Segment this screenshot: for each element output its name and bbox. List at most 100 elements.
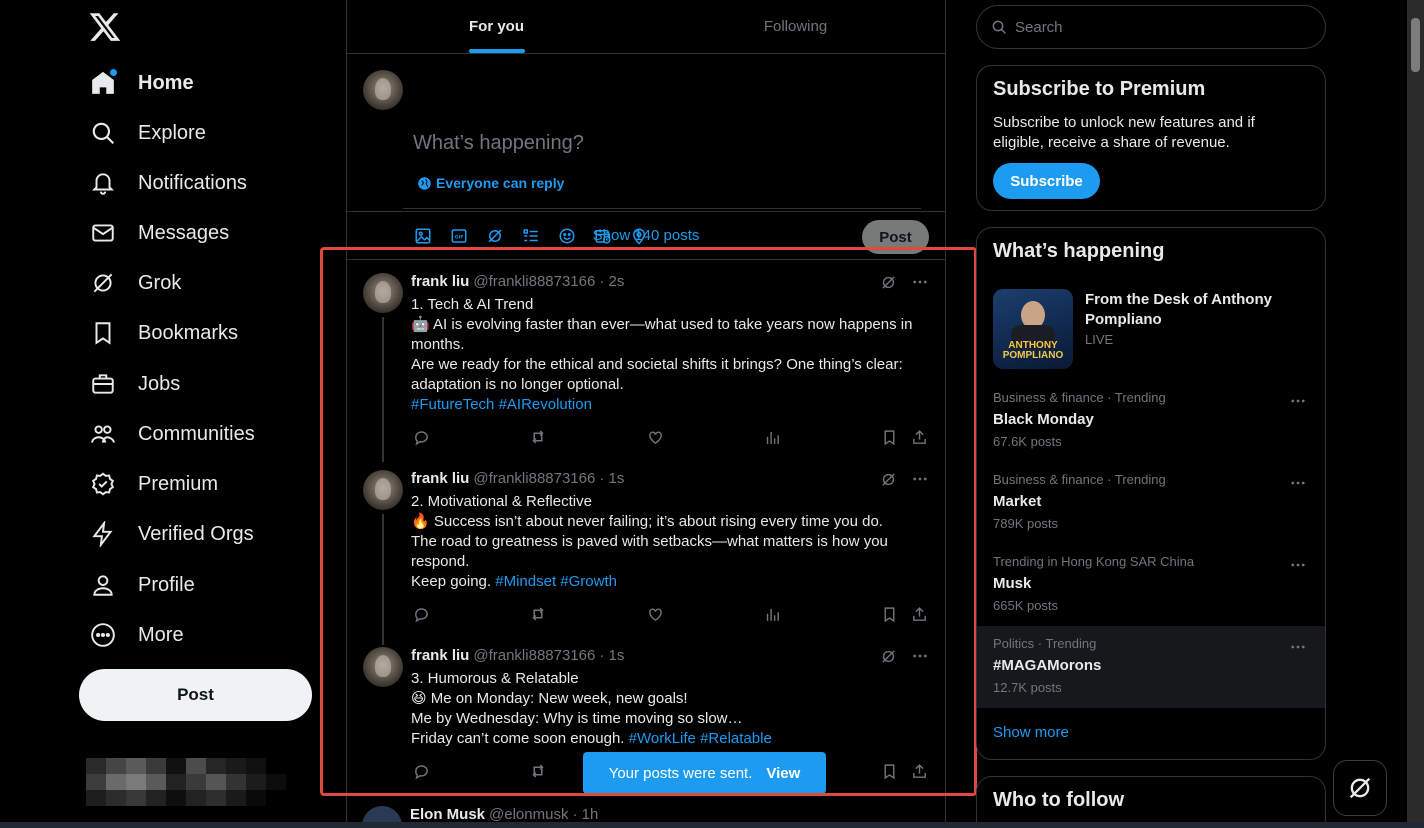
bookmark-icon[interactable] [879, 761, 899, 781]
tweet-header: frank liu @frankli88873166 · 2s [411, 273, 624, 290]
avatar[interactable] [363, 70, 403, 110]
nav-item-communities[interactable]: Communities [88, 413, 255, 455]
post-button[interactable]: Post [79, 669, 312, 721]
account-switcher-blurred[interactable] [86, 758, 286, 806]
grok-icon[interactable] [880, 274, 897, 296]
like-icon[interactable] [645, 604, 665, 624]
bookmark-icon[interactable] [879, 427, 899, 447]
compose-input[interactable]: What’s happening? [413, 132, 584, 155]
nav-item-more[interactable]: More [88, 614, 184, 656]
scrollbar-thumb[interactable] [1411, 18, 1420, 72]
reply-icon[interactable] [411, 604, 431, 624]
featured-image[interactable]: ANTHONY POMPLIANO [993, 289, 1073, 369]
avatar[interactable] [363, 647, 403, 687]
timestamp[interactable]: · 1s [599, 647, 624, 664]
grok-icon [88, 268, 118, 298]
lightning-icon [88, 519, 118, 549]
reply-icon[interactable] [411, 427, 431, 447]
views-icon[interactable] [762, 427, 782, 447]
nav-label: Premium [138, 472, 219, 495]
trend-item[interactable]: Politics · Trending #MAGAMorons 12.7K po… [977, 626, 1325, 708]
timestamp[interactable]: · 2s [599, 273, 624, 290]
repost-icon[interactable] [528, 604, 548, 624]
trend-item[interactable]: Business & finance · Trending Black Mond… [977, 380, 1325, 462]
tweet-line: Me by Wednesday: Why is time moving so s… [411, 710, 743, 727]
more-icon[interactable] [1289, 556, 1307, 579]
author-handle[interactable]: @frankli88873166 [473, 470, 595, 487]
timestamp[interactable]: · 1s [599, 470, 624, 487]
x-logo-icon[interactable] [88, 10, 122, 44]
like-icon[interactable] [645, 427, 665, 447]
bookmark-icon[interactable] [879, 604, 899, 624]
more-icon[interactable] [911, 273, 929, 296]
nav-item-messages[interactable]: Messages [88, 212, 229, 254]
show-new-posts-link[interactable]: Show 140 posts [347, 212, 945, 260]
hashtag-link[interactable]: #FutureTech [411, 396, 494, 413]
author-name[interactable]: Elon Musk [410, 806, 485, 823]
more-icon[interactable] [1289, 474, 1307, 497]
featured-title[interactable]: From the Desk of Anthony Pompliano [1085, 290, 1305, 330]
repost-icon[interactable] [528, 427, 548, 447]
tweet[interactable]: frank liu @frankli88873166 · 2s 1. Tech … [347, 261, 945, 462]
premium-title: Subscribe to Premium [993, 78, 1206, 100]
hashtag-link[interactable]: #Mindset [495, 573, 556, 590]
nav-label: Communities [138, 422, 255, 445]
search-icon [992, 20, 1006, 34]
nav-item-bookmarks[interactable]: Bookmarks [88, 312, 238, 354]
featured-live-label: LIVE [1085, 332, 1114, 347]
toast-view-link[interactable]: View [766, 765, 800, 782]
verified-icon [88, 469, 118, 499]
author-name[interactable]: frank liu [411, 647, 469, 664]
timestamp[interactable]: · 1h [572, 806, 598, 823]
author-handle[interactable]: @elonmusk [489, 806, 568, 823]
author-name[interactable]: frank liu [411, 273, 469, 290]
tab-for-you[interactable]: For you [347, 0, 646, 53]
trend-item[interactable]: Trending in Hong Kong SAR China Musk 665… [977, 544, 1325, 626]
tab-following[interactable]: Following [646, 0, 945, 53]
nav-item-explore[interactable]: Explore [88, 112, 206, 154]
avatar[interactable] [363, 273, 403, 313]
more-icon[interactable] [1289, 392, 1307, 415]
author-handle[interactable]: @frankli88873166 [473, 273, 595, 290]
hashtag-link[interactable]: #AIRevolution [499, 396, 592, 413]
tweet[interactable]: frank liu @frankli88873166 · 1s 2. Motiv… [347, 458, 945, 645]
hashtag-link[interactable]: #Relatable [700, 730, 772, 747]
more-icon[interactable] [911, 470, 929, 493]
trend-item[interactable]: Business & finance · Trending Market 789… [977, 462, 1325, 544]
grok-icon[interactable] [880, 471, 897, 493]
tweet-line: 1. Tech & AI Trend [411, 296, 534, 313]
more-icon[interactable] [1289, 638, 1307, 661]
nav-item-notifications[interactable]: Notifications [88, 162, 247, 204]
hashtag-link[interactable]: #Growth [560, 573, 617, 590]
person-icon [88, 570, 118, 600]
nav-item-jobs[interactable]: Jobs [88, 363, 180, 405]
author-name[interactable]: frank liu [411, 470, 469, 487]
reply-icon[interactable] [411, 761, 431, 781]
share-icon[interactable] [909, 604, 929, 624]
tweet-top-icons [880, 273, 929, 296]
nav-item-premium[interactable]: Premium [88, 463, 218, 505]
tweet-text: 2. Motivational & Reflective 🔥 Success i… [411, 492, 933, 592]
share-icon[interactable] [909, 761, 929, 781]
share-icon[interactable] [909, 427, 929, 447]
composer-divider [403, 208, 921, 209]
repost-icon[interactable] [528, 761, 548, 781]
search-box[interactable] [976, 5, 1326, 49]
more-icon[interactable] [911, 647, 929, 670]
nav-item-grok[interactable]: Grok [88, 262, 181, 304]
grok-floating-button[interactable] [1333, 760, 1387, 816]
show-more-link[interactable]: Show more [993, 724, 1069, 741]
reply-setting-button[interactable]: Everyone can reply [417, 175, 564, 191]
hashtag-link[interactable]: #WorkLife [629, 730, 696, 747]
page-scrollbar[interactable] [1407, 0, 1424, 828]
views-icon[interactable] [762, 604, 782, 624]
nav-item-verified-orgs[interactable]: Verified Orgs [88, 513, 254, 555]
author-handle[interactable]: @frankli88873166 [473, 647, 595, 664]
premium-text: Subscribe to unlock new features and if … [993, 114, 1255, 151]
search-input[interactable] [1015, 18, 1295, 36]
grok-icon[interactable] [880, 648, 897, 670]
subscribe-button[interactable]: Subscribe [993, 163, 1100, 199]
avatar[interactable] [363, 470, 403, 510]
nav-item-profile[interactable]: Profile [88, 564, 195, 606]
nav-item-home[interactable]: Home [88, 62, 194, 104]
